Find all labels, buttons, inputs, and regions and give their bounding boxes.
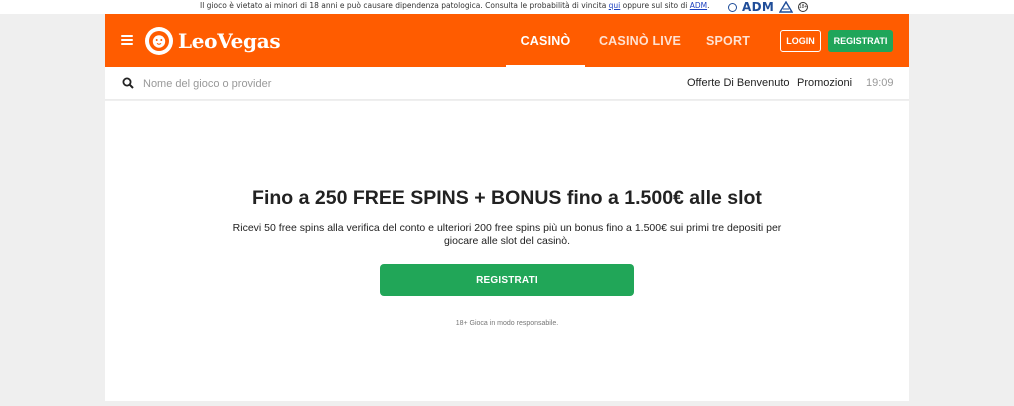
search-input[interactable] [143,75,343,92]
login-button[interactable]: LOGIN [780,30,821,52]
site-header: LeoVegas CASINÒ CASINÒ LIVE SPORT LOGIN … [105,14,909,67]
nav-casino-live[interactable]: CASINÒ LIVE [595,14,685,67]
lion-icon [145,27,173,55]
promotions-link[interactable]: Promozioni [797,77,852,89]
nav-casino[interactable]: CASINÒ [506,14,585,67]
odds-link[interactable]: qui [609,1,621,10]
regulatory-notice: Il gioco è vietato ai minori di 18 anni … [200,1,710,10]
search-icon[interactable] [122,77,134,89]
notice-text: Il gioco è vietato ai minori di 18 anni … [200,1,609,10]
age-18-badge: 18+ [798,2,809,12]
welcome-offers-link[interactable]: Offerte Di Benvenuto [687,77,790,89]
brand-logo[interactable]: LeoVegas [145,26,281,56]
regulatory-bar: Il gioco è vietato ai minori di 18 anni … [0,0,1014,14]
adm-logos: ADM 18+ [728,0,809,14]
promo-description: Ricevi 50 free spins alla verifica del c… [232,222,782,247]
register-button[interactable]: REGISTRATI [828,30,893,52]
search-bar: Offerte Di Benvenuto Promozioni 19:09 [105,67,909,100]
adm-seal-icon [728,2,737,12]
notice-text-end: . [707,1,710,10]
clock: 19:09 [866,77,894,89]
notice-text-middle: oppure sul sito di [620,1,690,10]
adm-link[interactable]: ADM [690,1,707,10]
promo-headline: Fino a 250 FREE SPINS + BONUS fino a 1.5… [252,187,762,209]
register-cta-button[interactable]: REGISTRATI [380,264,634,296]
adm-logo: ADM [742,0,775,14]
triangle-logo-icon [779,1,794,13]
brand-name: LeoVegas [178,29,281,53]
promo-section: Fino a 250 FREE SPINS + BONUS fino a 1.5… [105,101,909,401]
nav-sport[interactable]: SPORT [697,14,759,67]
responsible-gaming-note: 18+ Gioca in modo responsabile. [455,320,559,327]
menu-icon[interactable] [121,35,133,45]
